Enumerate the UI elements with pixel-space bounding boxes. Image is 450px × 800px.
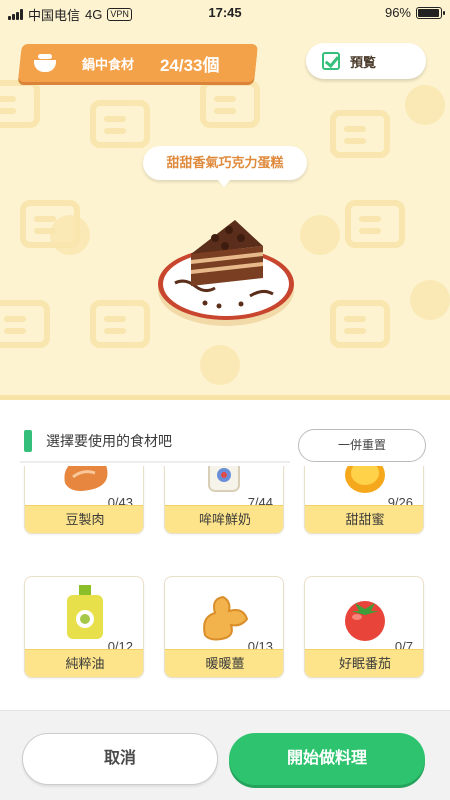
background-pattern [50, 215, 90, 255]
dish-name-bubble: 甜甜香氣巧克力蛋糕 [143, 146, 307, 187]
action-footer: 取消 開始做料理 [0, 710, 450, 800]
background-pattern [405, 85, 445, 125]
ingredient-card[interactable]: 0/7 好眠番茄 [304, 576, 424, 678]
select-ingredients-prompt: 選擇要使用的食材吧 [46, 433, 172, 449]
ingredient-grid[interactable]: 0/43 豆製肉 7/44 哞哞鮮奶 9/26 甜甜蜜 0/12 純粹油 0/1… [0, 466, 450, 710]
ingredient-card[interactable]: 0/12 純粹油 [24, 576, 144, 678]
background-pattern [0, 80, 40, 128]
checkbox-checked-icon [322, 52, 340, 70]
background-pattern [345, 200, 405, 248]
heading-marker [24, 430, 32, 452]
reset-all-button[interactable]: 一併重置 [298, 429, 426, 462]
oil-bottle-icon [67, 585, 103, 639]
preview-button[interactable]: 預覧 [306, 43, 426, 79]
start-cooking-button[interactable]: 開始做料理 [229, 733, 425, 785]
background-pattern [300, 215, 340, 255]
ginger-icon [203, 595, 249, 641]
status-bar: 中国电信 4G VPN 17:45 96% [0, 0, 450, 26]
ingredient-name: 哞哞鮮奶 [165, 505, 283, 533]
background-pattern [0, 300, 50, 348]
ingredient-name: 甜甜蜜 [305, 505, 423, 533]
clock: 17:45 [208, 5, 242, 20]
background-pattern [200, 80, 260, 128]
pot-icon [32, 52, 60, 74]
battery-icon [416, 6, 445, 19]
heading-underline [20, 461, 290, 463]
ingredient-name: 好眠番茄 [305, 649, 423, 677]
chocolate-cake-dish-icon [158, 220, 294, 326]
ingredient-name: 純粹油 [25, 649, 143, 677]
pot-ingredient-counter: 鍋中食材 24/33個 [18, 44, 258, 82]
background-pattern [90, 100, 150, 148]
ingredient-card[interactable]: 9/26 甜甜蜜 [304, 466, 424, 534]
background-pattern [90, 300, 150, 348]
ingredient-name: 豆製肉 [25, 505, 143, 533]
tomato-icon [345, 601, 385, 641]
ingredient-card[interactable]: 0/13 暖暖薑 [164, 576, 284, 678]
preview-label: 預覧 [350, 54, 377, 70]
background-pattern [330, 300, 390, 348]
battery-percent: 96% [384, 5, 411, 20]
ingredient-card[interactable]: 7/44 哞哞鮮奶 [164, 466, 284, 534]
ingredient-card[interactable]: 0/43 豆製肉 [24, 466, 144, 534]
ingredient-name: 暖暖薑 [165, 649, 283, 677]
background-pattern [410, 280, 450, 320]
background-pattern [330, 110, 390, 158]
cancel-button[interactable]: 取消 [22, 733, 218, 785]
pot-label: 鍋中食材 [82, 56, 135, 72]
pot-count: 24/33個 [160, 55, 220, 75]
select-ingredients-heading: 選擇要使用的食材吧 [24, 430, 172, 452]
background-pattern [200, 345, 240, 385]
